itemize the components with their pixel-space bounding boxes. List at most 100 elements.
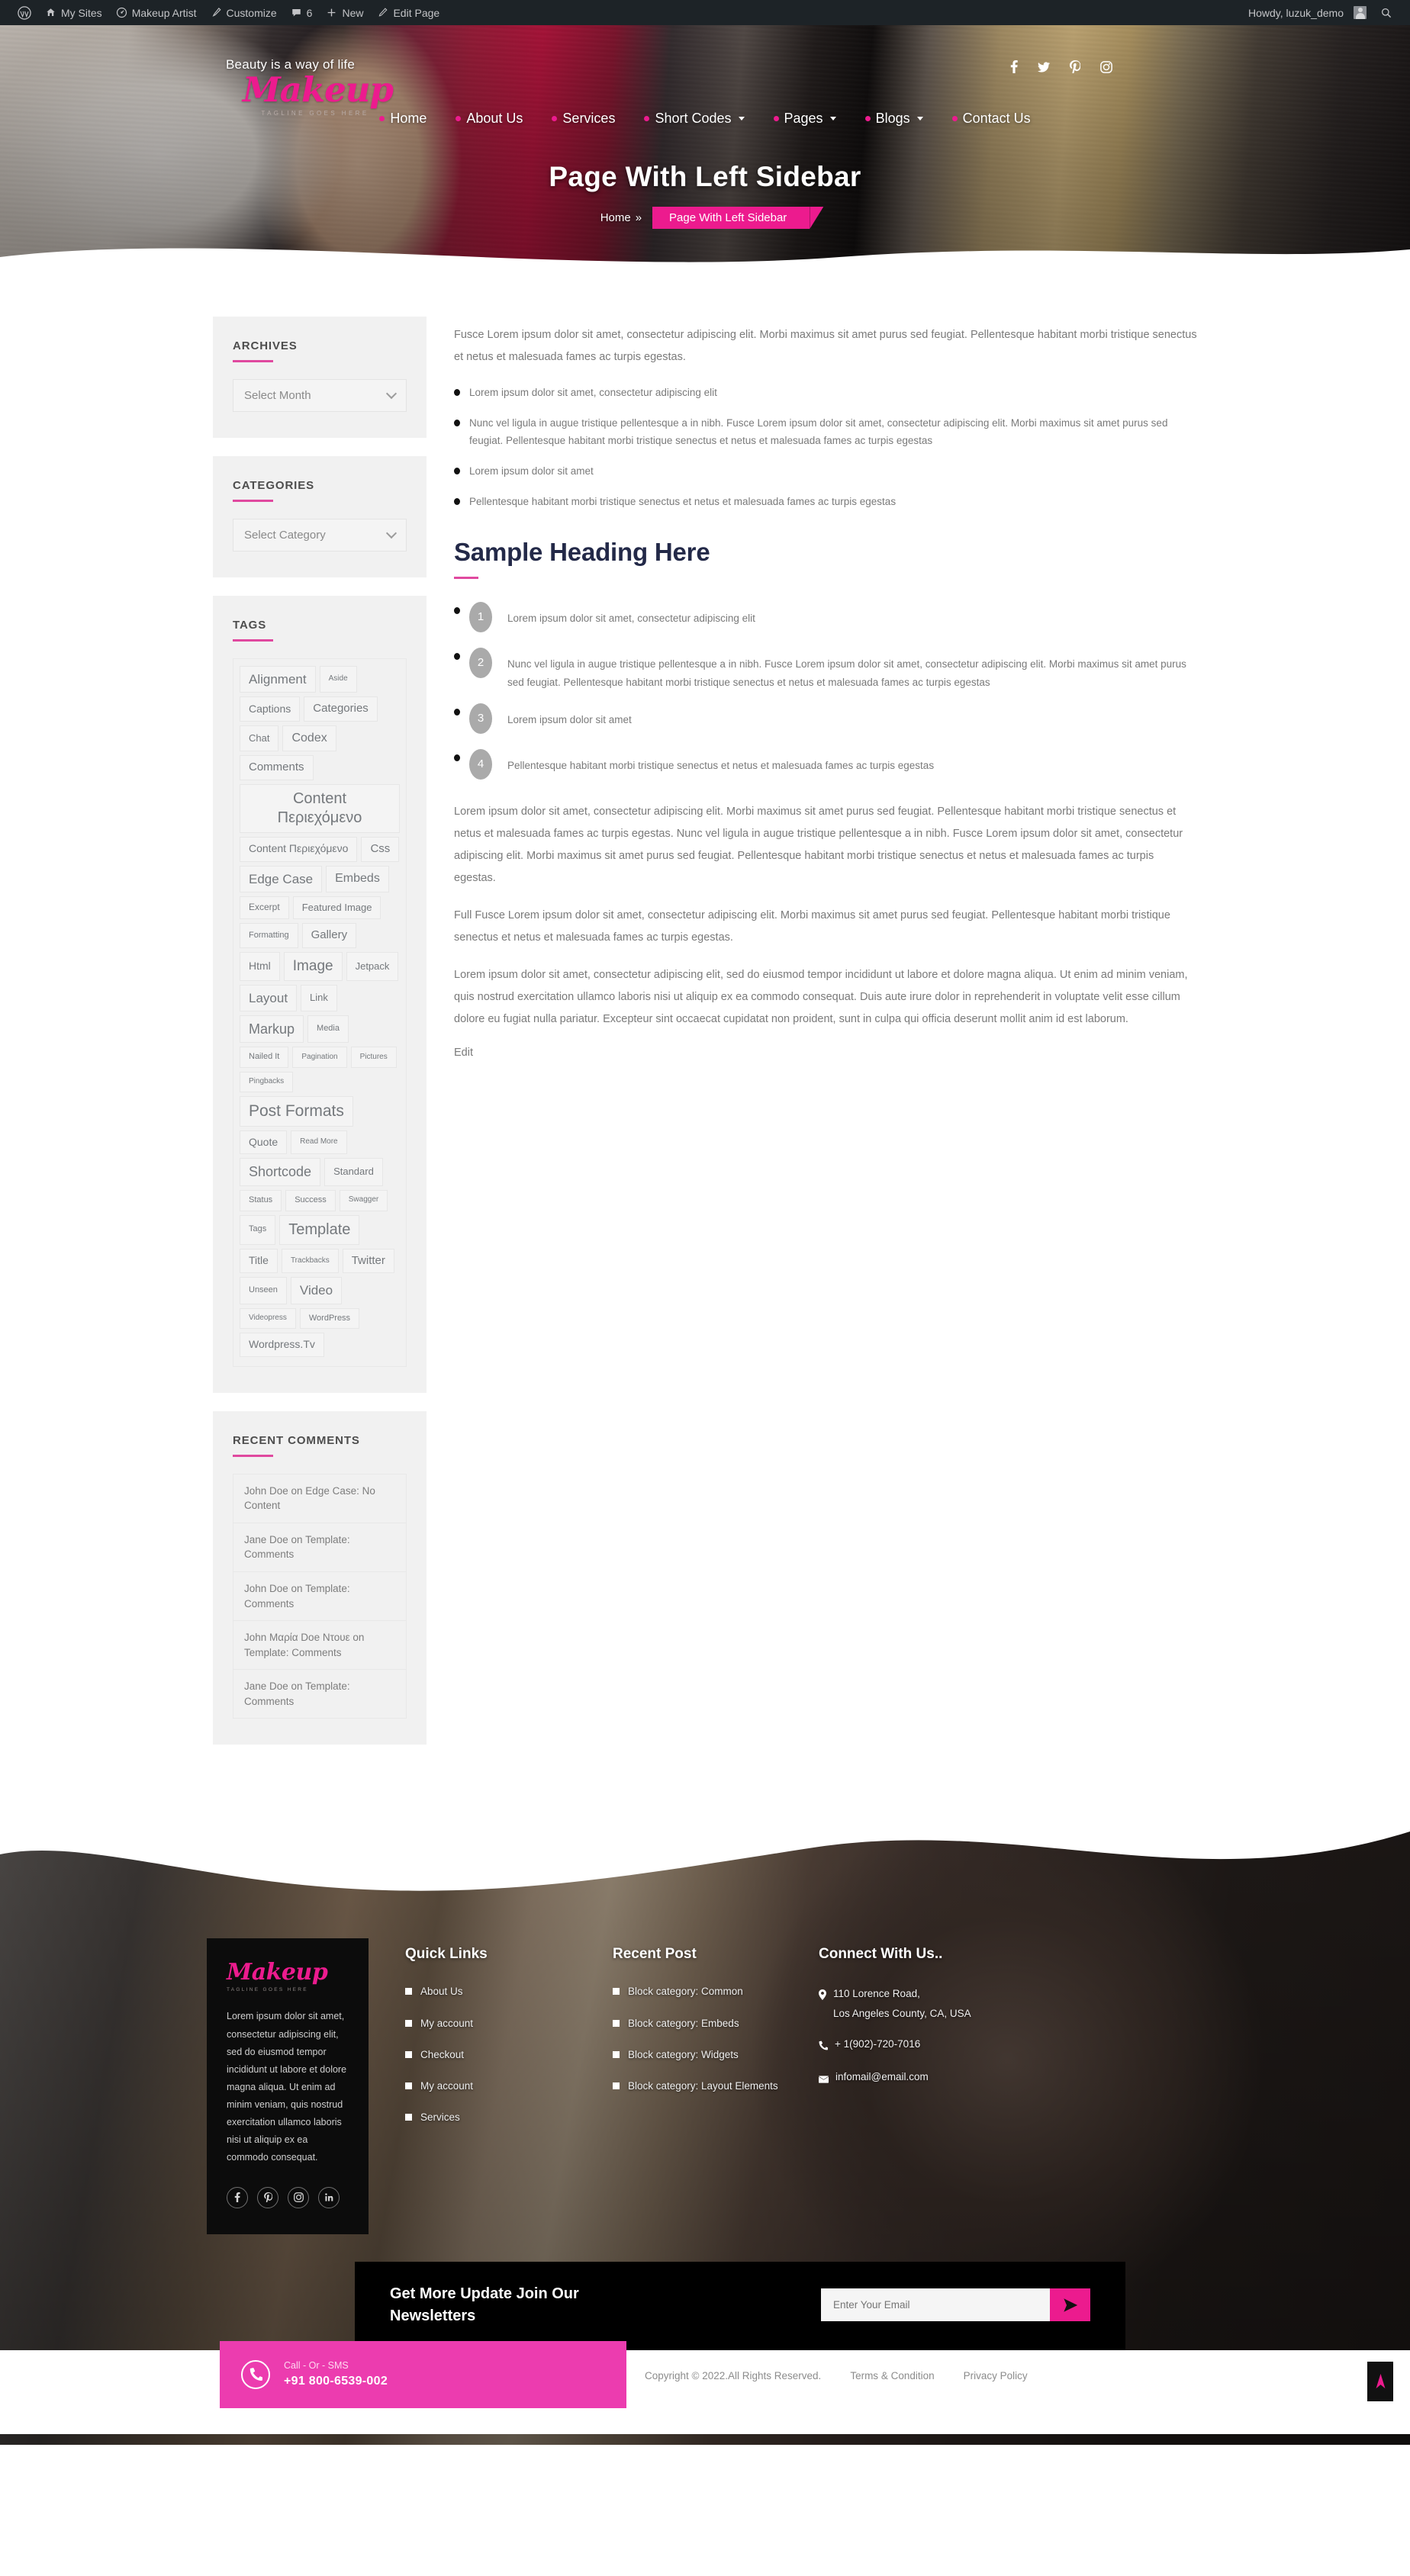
footer-quick-link[interactable]: About Us [405,1984,576,1999]
pinterest-link[interactable] [1070,60,1081,77]
tag-link[interactable]: Template [279,1214,360,1245]
footer-recent-post-link[interactable]: Block category: Widgets [613,2047,782,2063]
tag-link[interactable]: Tags [240,1214,276,1245]
admin-bar-edit-page[interactable]: Edit Page [370,0,446,25]
wp-admin-bar: My Sites Makeup Artist Customize 6 New E… [0,0,1410,25]
brush-icon [212,8,221,17]
tag-link[interactable]: Content Περιεχόμενο [240,783,400,833]
privacy-policy-link[interactable]: Privacy Policy [964,2370,1028,2381]
tag-link[interactable]: Read More [291,1130,347,1155]
wordpress-logo-menu[interactable] [11,0,38,25]
facebook-link[interactable] [1010,60,1018,77]
tag-link[interactable]: Media [307,1015,349,1044]
footer-facebook-link[interactable] [227,2186,248,2208]
nav-item-pages[interactable]: Pages [759,111,851,127]
tag-link[interactable]: Comments [240,755,314,780]
tag-link[interactable]: Title [240,1248,278,1274]
newsletter-email-input[interactable] [821,2288,1050,2321]
footer-recent-post-link[interactable]: Block category: Layout Elements [613,2079,782,2094]
tag-link[interactable]: Captions [240,696,301,722]
nav-item-services[interactable]: Services [537,111,629,127]
nav-item-short-codes[interactable]: Short Codes [629,111,758,127]
tag-link[interactable]: Categories [304,696,378,722]
call-box[interactable]: Call - Or - SMS +91 800-6539-002 [220,2340,626,2408]
admin-bar-my-account[interactable]: Howdy, luzuk_demo [1241,0,1373,25]
tag-link[interactable]: Pagination [292,1047,347,1068]
tag-link[interactable]: Wordpress.Tv [240,1333,324,1357]
tag-link[interactable]: Gallery [301,923,357,948]
terms-and-condition-link[interactable]: Terms & Condition [850,2370,934,2381]
tag-link[interactable]: Featured Image [292,896,381,919]
tag-link[interactable]: Jetpack [346,951,399,981]
tag-link[interactable]: Codex [282,725,336,751]
admin-bar-new[interactable]: New [319,0,370,25]
footer-quick-link[interactable]: My account [405,2016,576,2031]
tag-link[interactable]: Unseen [240,1277,287,1304]
widget-title-underline [233,360,273,362]
tag-link[interactable]: Standard [324,1158,383,1186]
tag-link[interactable]: Alignment [240,666,316,693]
nav-item-contact-us[interactable]: Contact Us [938,111,1045,127]
footer-instagram-link[interactable] [288,2186,309,2208]
footer-quick-link[interactable]: Checkout [405,2047,576,2063]
tag-link[interactable]: Swagger [339,1189,388,1211]
tag-link[interactable]: Aside [319,666,357,693]
footer-recent-post-link[interactable]: Block category: Embeds [613,2016,782,2031]
archives-select[interactable]: Select Month [233,379,407,412]
tag-link[interactable]: Pingbacks [240,1072,294,1092]
tag-link[interactable]: Trackbacks [281,1248,339,1274]
back-to-top-button[interactable] [1367,2361,1393,2401]
tag-link[interactable]: Html [240,951,280,981]
tag-link[interactable]: Image [283,951,343,981]
tag-link[interactable]: Post Formats [240,1095,353,1127]
twitter-link[interactable] [1038,61,1050,76]
tag-link[interactable]: WordPress [299,1307,360,1330]
tag-link[interactable]: Embeds [326,865,389,892]
newsletter-title: Get More Update Join Our Newsletters [390,2285,579,2324]
nav-item-blogs-label: Blogs [875,111,910,126]
nav-item-blogs[interactable]: Blogs [851,111,938,127]
nav-item-about-us[interactable]: About Us [441,111,537,127]
recent-comment-item[interactable]: John Doe on Edge Case: No Content [233,1475,406,1523]
footer-pinterest-link[interactable] [257,2186,278,2208]
recent-comment-item[interactable]: John Doe on Template: Comments [233,1572,406,1622]
admin-bar-site-name[interactable]: Makeup Artist [109,0,204,25]
tag-link[interactable]: Link [301,984,337,1011]
footer-quick-link[interactable]: Services [405,2110,576,2125]
tag-link[interactable]: Pictures [350,1047,397,1068]
tag-link[interactable]: Twitter [342,1248,394,1274]
edit-post-link[interactable]: Edit [454,1047,473,1059]
admin-bar-comments[interactable]: 6 [284,0,320,25]
tag-link[interactable]: Videopress [240,1307,296,1330]
tag-link[interactable]: Status [240,1189,282,1211]
tag-link[interactable]: Css [361,836,400,862]
admin-bar-my-sites[interactable]: My Sites [38,0,109,25]
tag-link[interactable]: Formatting [240,923,298,948]
archives-select-value: Select Month [244,389,311,402]
hero-content: Beauty is a way of life Makeup TAGLINE G… [0,25,1410,229]
tag-link[interactable]: Edge Case [240,865,323,892]
recent-comment-item[interactable]: Jane Doe on Template: Comments [233,1523,406,1572]
tag-link[interactable]: Markup [240,1015,304,1044]
tag-link[interactable]: Shortcode [240,1158,321,1186]
recent-comment-item[interactable]: Jane Doe on Template: Comments [233,1670,406,1719]
recent-comment-item[interactable]: John Μαρία Doe Ντουε on Template: Commen… [233,1621,406,1671]
tag-link[interactable]: Layout [240,984,298,1011]
categories-select[interactable]: Select Category [233,519,407,552]
tag-link[interactable]: Quote [240,1130,288,1155]
footer-recent-post-link[interactable]: Block category: Common [613,1984,782,1999]
footer-quick-link[interactable]: My account [405,2079,576,2094]
instagram-link[interactable] [1100,60,1112,77]
nav-item-home[interactable]: Home [365,111,441,127]
tag-link[interactable]: Nailed It [240,1047,289,1068]
tag-link[interactable]: Excerpt [240,896,289,919]
newsletter-submit-button[interactable] [1050,2288,1090,2321]
tag-link[interactable]: Content Περιεχόμενο [240,836,358,862]
breadcrumb-home-link[interactable]: Home [600,211,631,224]
tag-link[interactable]: Success [285,1189,336,1211]
admin-bar-customize[interactable]: Customize [204,0,284,25]
tag-link[interactable]: Video [290,1277,343,1304]
footer-linkedin-link[interactable] [318,2186,340,2208]
tag-link[interactable]: Chat [240,725,279,751]
admin-bar-search[interactable] [1373,0,1399,25]
